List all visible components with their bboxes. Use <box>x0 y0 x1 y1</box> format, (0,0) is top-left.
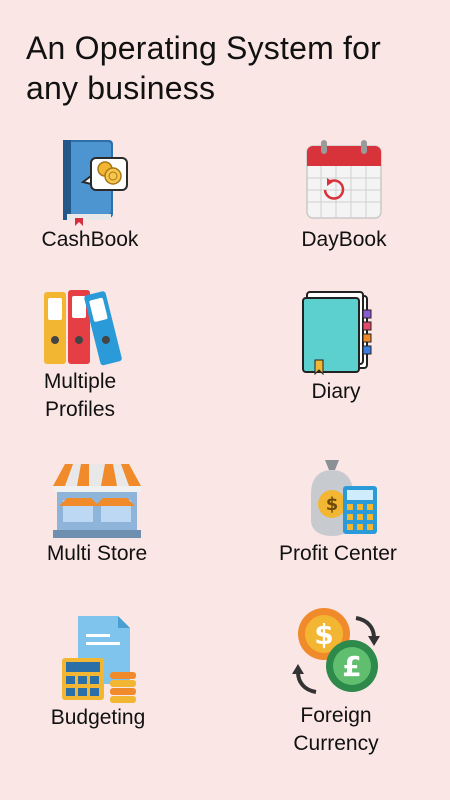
headline-line-1: An Operating System for <box>26 30 381 66</box>
svg-text:$: $ <box>314 618 333 651</box>
binders-icon <box>44 290 122 366</box>
feature-budgeting[interactable]: Budgeting <box>40 614 156 732</box>
feature-foreign-currency[interactable]: $ £ Foreign Currency <box>276 604 396 758</box>
diary-notebook-icon <box>302 291 372 376</box>
cashbook-book-coins-icon <box>63 140 128 226</box>
budgeting-label: Budgeting <box>50 706 146 729</box>
daybook-label: DayBook <box>301 228 387 251</box>
svg-text:£: £ <box>342 650 361 683</box>
feature-daybook[interactable]: DayBook <box>284 138 404 254</box>
feature-cashbook[interactable]: CashBook <box>30 136 150 254</box>
multiple-profiles-label: Multiple Profiles <box>43 370 117 421</box>
currency-exchange-icon: $ £ <box>292 608 380 694</box>
feature-multi-store[interactable]: Multi Store <box>34 460 160 568</box>
svg-text:$: $ <box>326 494 339 515</box>
page-headline: An Operating System for any business <box>26 28 426 108</box>
calendar-icon <box>306 140 382 219</box>
feature-multiple-profiles[interactable]: Multiple Profiles <box>24 288 136 424</box>
foreign-currency-label: Foreign Currency <box>293 704 379 755</box>
profit-center-label: Profit Center <box>279 542 397 565</box>
document-calculator-coins-icon <box>62 616 136 703</box>
cashbook-label: CashBook <box>41 228 139 251</box>
headline-line-2: any business <box>26 70 216 106</box>
storefront-icon <box>53 464 141 538</box>
multi-store-label: Multi Store <box>46 542 148 565</box>
feature-diary[interactable]: Diary <box>276 288 396 406</box>
diary-label: Diary <box>311 380 361 403</box>
feature-profit-center[interactable]: $ Profit Center <box>268 454 408 568</box>
money-bag-calculator-icon: $ <box>311 460 377 536</box>
